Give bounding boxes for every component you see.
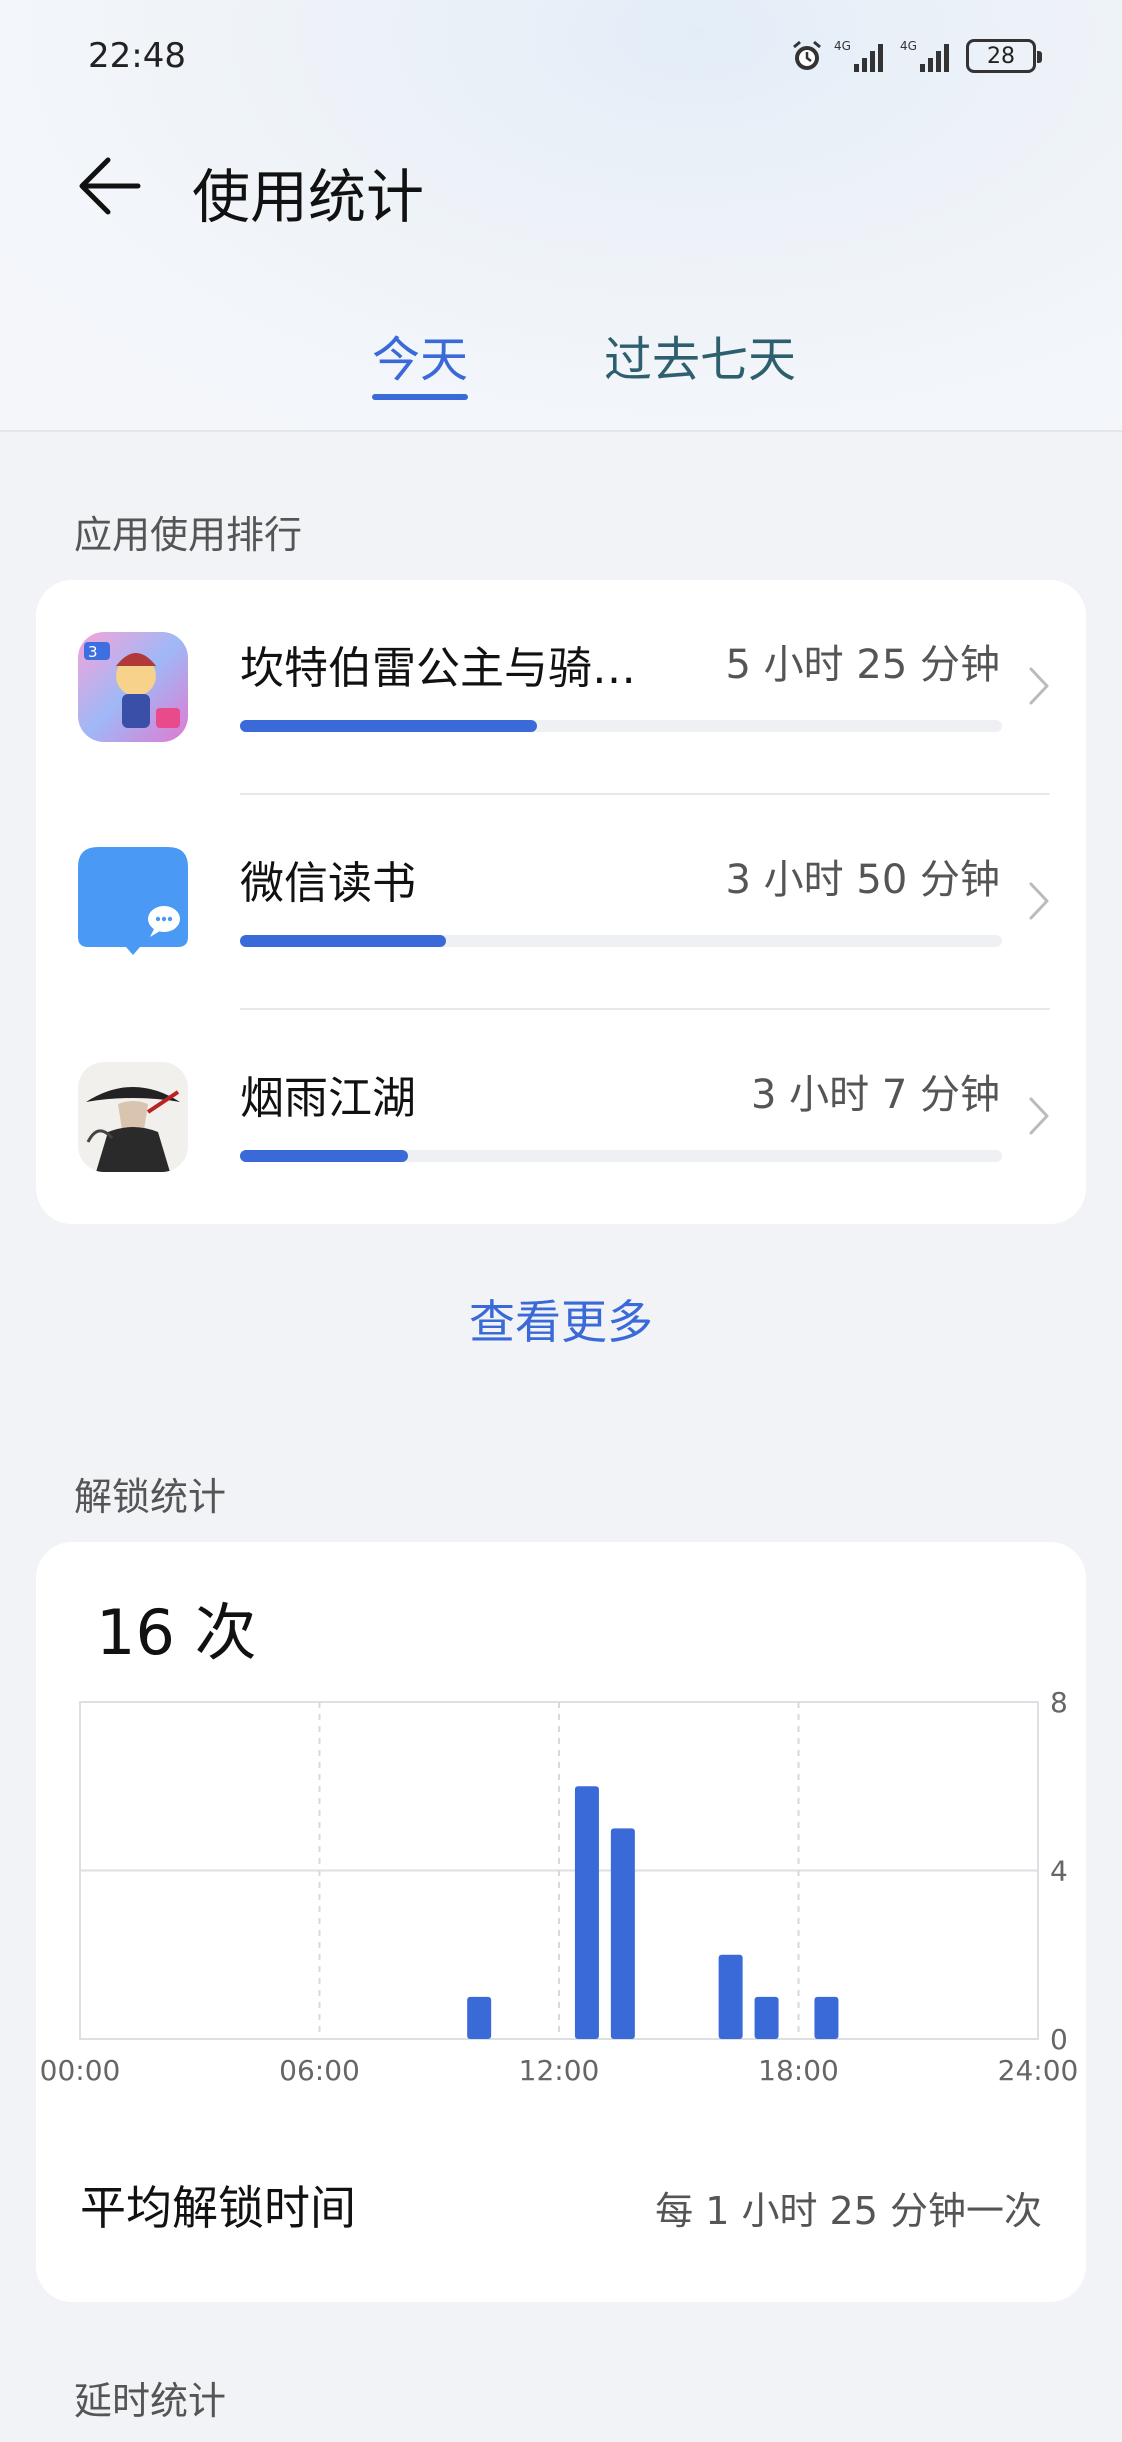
back-button[interactable] — [72, 148, 148, 224]
app-row-yanyu-jianghu[interactable]: 烟雨江湖 3 小时 7 分钟 — [36, 1010, 1086, 1225]
battery-level: 28 — [987, 43, 1015, 69]
avg-unlock-label: 平均解锁时间 — [80, 2181, 356, 2235]
chevron-right-icon — [1029, 667, 1049, 705]
chart-y-tick-label: 4 — [1050, 1855, 1068, 1888]
app-row-kanterbury[interactable]: 3 坎特伯雷公主与骑… 5 小时 25 分钟 — [36, 580, 1086, 795]
arrow-left-icon — [79, 157, 141, 215]
chart-x-tick-label: 18:00 — [758, 2054, 839, 2087]
active-tab-indicator — [372, 394, 468, 400]
status-bar: 22:48 4G 4G 28 — [0, 0, 1122, 110]
tab-today[interactable]: 今天 — [372, 320, 468, 390]
delay-stats-section-title: 延时统计 — [74, 2379, 227, 2423]
avg-unlock-value: 每 1 小时 25 分钟一次 — [655, 2189, 1042, 2233]
usage-bar-track — [240, 720, 1002, 732]
chart-x-tick-label: 12:00 — [519, 2054, 600, 2087]
status-icons: 4G 4G 28 — [790, 36, 1042, 76]
alarm-icon — [793, 40, 821, 70]
tab-bar: 今天 过去七天 — [0, 310, 1122, 410]
chart-bar — [718, 1954, 743, 2039]
game-app-icon — [78, 1062, 188, 1172]
chart-y-tick-label: 8 — [1050, 1686, 1068, 1719]
status-time: 22:48 — [88, 36, 186, 76]
usage-bar-fill — [240, 720, 538, 732]
usage-bar-track — [240, 935, 1002, 947]
chart-x-tick-label: 24:00 — [998, 2054, 1079, 2087]
chart-y-tick-label: 0 — [1050, 2023, 1068, 2056]
chart-bar — [754, 1996, 779, 2039]
battery-icon: 28 — [966, 39, 1042, 73]
app-name: 微信读书 — [240, 858, 416, 909]
chevron-right-icon — [1029, 882, 1049, 920]
app-name: 坎特伯雷公主与骑… — [240, 643, 636, 694]
chart-x-tick-label: 00:00 — [40, 2054, 121, 2087]
chart-bar — [467, 1996, 492, 2039]
weread-app-icon — [78, 847, 188, 957]
chart-bar — [814, 1996, 839, 2039]
app-ranking-card: 3 坎特伯雷公主与骑… 5 小时 25 分钟 微信读书 3 小时 50 分钟 烟… — [36, 580, 1086, 1224]
app-usage-time: 3 小时 50 分钟 — [725, 857, 1001, 903]
header-area: 22:48 4G 4G 28 使用统计 今天 过去七天 — [0, 0, 1122, 432]
usage-bar-fill — [240, 935, 446, 947]
chart-bar — [574, 1786, 599, 2039]
svg-text:4G: 4G — [834, 39, 851, 53]
app-ranking-section-title: 应用使用排行 — [74, 513, 303, 557]
usage-bar-track — [240, 1150, 1002, 1162]
app-name: 烟雨江湖 — [240, 1073, 416, 1124]
usage-bar-fill — [240, 1150, 408, 1162]
unlock-stats-section-title: 解锁统计 — [74, 1475, 227, 1519]
chart-x-tick-label: 06:00 — [279, 2054, 360, 2087]
app-usage-time: 3 小时 7 分钟 — [750, 1072, 1000, 1118]
svg-text:4G: 4G — [900, 39, 917, 53]
game-app-icon: 3 — [78, 632, 188, 742]
page-title: 使用统计 — [192, 163, 425, 231]
svg-text:3: 3 — [88, 643, 98, 661]
app-usage-time: 5 小时 25 分钟 — [725, 642, 1001, 688]
app-row-weread[interactable]: 微信读书 3 小时 50 分钟 — [36, 795, 1086, 1010]
signal-4g-icon: 4G — [900, 39, 949, 72]
signal-4g-icon: 4G — [834, 39, 883, 72]
tab-past-seven-days[interactable]: 过去七天 — [604, 320, 796, 390]
chart-bar — [610, 1828, 635, 2039]
unlock-stats-card: 16 次 00:00 06:00 12:00 18:00 24:00 8 4 0 平均解锁时间… — [36, 1542, 1086, 2302]
unlock-chart: 00:00 06:00 12:00 18:00 24:00 8 4 0 — [40, 1686, 1079, 2087]
chevron-right-icon — [1029, 1097, 1049, 1135]
see-more-link[interactable]: 查看更多 — [0, 1286, 1122, 1352]
